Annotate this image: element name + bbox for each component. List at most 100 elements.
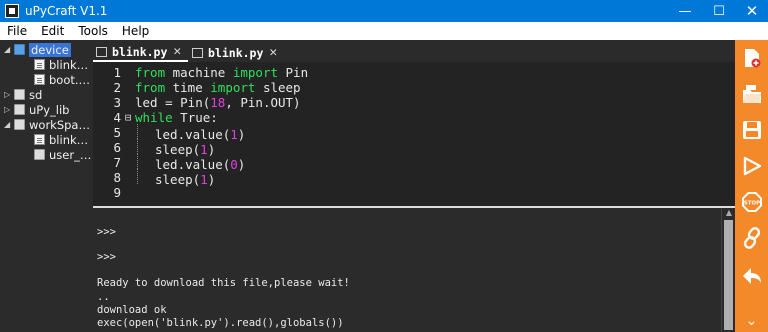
tab-label: blink.py — [208, 45, 264, 60]
keyword: from — [135, 65, 166, 80]
folder-icon — [14, 89, 25, 100]
line-number: 1 — [113, 65, 121, 80]
collapsed-arrow-icon[interactable]: ▷ — [4, 105, 14, 114]
open-button[interactable] — [738, 80, 765, 107]
tree-node-file[interactable]: blink… — [34, 132, 88, 147]
code-line: 1 from machine import Pin — [93, 65, 735, 80]
menu-file[interactable]: File — [0, 24, 34, 38]
connect-button[interactable] — [738, 224, 765, 251]
code-editor[interactable]: 1 from machine import Pin 2 from time im… — [93, 62, 735, 206]
menu-edit[interactable]: Edit — [34, 24, 71, 38]
line-number: 5 — [113, 125, 121, 140]
keyword: import — [232, 65, 278, 80]
stop-button[interactable]: STOP — [738, 188, 765, 215]
tree-node-folder[interactable]: user_… — [34, 147, 91, 162]
number-literal: 18 — [210, 95, 226, 110]
title-bar: uPyCraft V1.1 — ☐ ✕ — [0, 0, 768, 22]
console-line: >>> — [97, 251, 116, 263]
download-run-icon — [743, 156, 761, 175]
console-scrollbar[interactable]: ▲ — [721, 208, 735, 332]
line-number: 3 — [113, 95, 121, 110]
more-icon: ⌄ — [745, 313, 758, 329]
tab-blink-py-1[interactable]: blink.py ✕ — [93, 43, 188, 62]
tree-node-label: sd — [29, 87, 43, 102]
tree-node-upy-lib[interactable]: ▷ uPy_lib — [4, 102, 69, 117]
console-line: download ok — [97, 304, 167, 316]
tree-node-label: uPy_lib — [29, 102, 70, 117]
code-line: 8 sleep(1) — [93, 168, 735, 187]
tab-blink-py-2[interactable]: blink.py ✕ — [189, 43, 289, 62]
menu-help[interactable]: Help — [115, 24, 156, 38]
tree-node-label: blink… — [49, 57, 89, 72]
app-icon — [5, 4, 19, 18]
repl-console[interactable]: >>> >>> Ready to download this file,plea… — [93, 208, 721, 332]
tree-node-workspace[interactable]: ◢ workSpa… — [4, 117, 90, 132]
file-icon — [34, 59, 45, 70]
stop-icon: STOP — [741, 191, 762, 212]
fold-marker-icon[interactable]: ⊟ — [121, 111, 135, 124]
tab-close-icon[interactable]: ✕ — [269, 45, 277, 60]
keyword: from — [135, 80, 166, 95]
collapsed-arrow-icon[interactable]: ▷ — [4, 90, 14, 99]
scroll-up-icon[interactable]: ▲ — [722, 208, 736, 220]
code-text: , Pin.OUT) — [225, 95, 301, 110]
tree-node-label: user_… — [49, 147, 92, 162]
line-number: 8 — [113, 170, 121, 185]
tab-label: blink.py — [112, 44, 168, 59]
connect-icon — [743, 226, 760, 249]
window-title: uPyCraft V1.1 — [25, 4, 108, 18]
file-icon — [34, 74, 45, 85]
minimize-button[interactable]: — — [668, 0, 702, 22]
tree-node-file[interactable]: blink… — [34, 57, 88, 72]
code-line: 3 led = Pin(18, Pin.OUT) — [93, 95, 735, 110]
open-folder-icon — [742, 84, 761, 103]
line-number: 9 — [113, 185, 121, 200]
keyword: import — [210, 80, 256, 95]
file-icon — [34, 134, 45, 145]
tree-node-device[interactable]: ◢ device — [4, 42, 71, 57]
line-number: 7 — [113, 155, 121, 170]
expanded-arrow-icon[interactable]: ◢ — [4, 45, 14, 54]
code-text: Pin — [278, 65, 309, 80]
right-toolbar: STOP ⌄ — [735, 40, 768, 332]
maximize-button[interactable]: ☐ — [702, 0, 736, 22]
tree-node-sd[interactable]: ▷ sd — [4, 87, 42, 102]
line-number: 2 — [113, 80, 121, 95]
save-icon — [742, 120, 761, 139]
folder-icon — [14, 44, 25, 55]
menu-bar: File Edit Tools Help — [0, 22, 768, 40]
tab-close-icon[interactable]: ✕ — [173, 44, 181, 59]
console-line: Ready to download this file,please wait! — [97, 277, 350, 289]
code-text: machine — [165, 65, 233, 80]
download-run-button[interactable] — [738, 152, 765, 179]
tab-bar: blink.py ✕ blink.py ✕ — [93, 40, 735, 62]
more-tools-button[interactable]: ⌄ — [738, 310, 765, 332]
document-icon — [96, 46, 107, 57]
folder-icon — [14, 119, 25, 130]
new-file-icon — [744, 48, 760, 67]
code-line: 9 — [93, 185, 735, 200]
document-icon — [192, 47, 203, 58]
stop-label: STOP — [743, 200, 759, 206]
close-button[interactable]: ✕ — [735, 0, 768, 22]
tree-node-file[interactable]: boot.… — [34, 72, 90, 87]
code-text: sleep — [255, 80, 301, 95]
console-line: >>> — [97, 226, 116, 238]
folder-icon — [14, 104, 25, 115]
expanded-arrow-icon[interactable]: ◢ — [4, 120, 14, 129]
tree-node-label: device — [29, 42, 71, 57]
scrollbar-thumb[interactable] — [724, 220, 733, 330]
code-text: time — [165, 80, 211, 95]
undo-button[interactable] — [738, 262, 765, 289]
undo-icon — [742, 267, 761, 284]
save-button[interactable] — [738, 116, 765, 143]
line-number: 4 — [113, 110, 121, 125]
new-file-button[interactable] — [738, 44, 765, 71]
line-number: 6 — [113, 140, 121, 155]
code-text: led = Pin( — [135, 95, 211, 110]
file-tree: ◢ device blink… boot.… ▷ sd ▷ uPy_lib ◢ … — [0, 40, 93, 332]
code-line: 2 from time import sleep — [93, 80, 735, 95]
menu-tools[interactable]: Tools — [71, 24, 115, 38]
folder-icon — [34, 149, 45, 160]
console-line: .. — [97, 291, 110, 303]
